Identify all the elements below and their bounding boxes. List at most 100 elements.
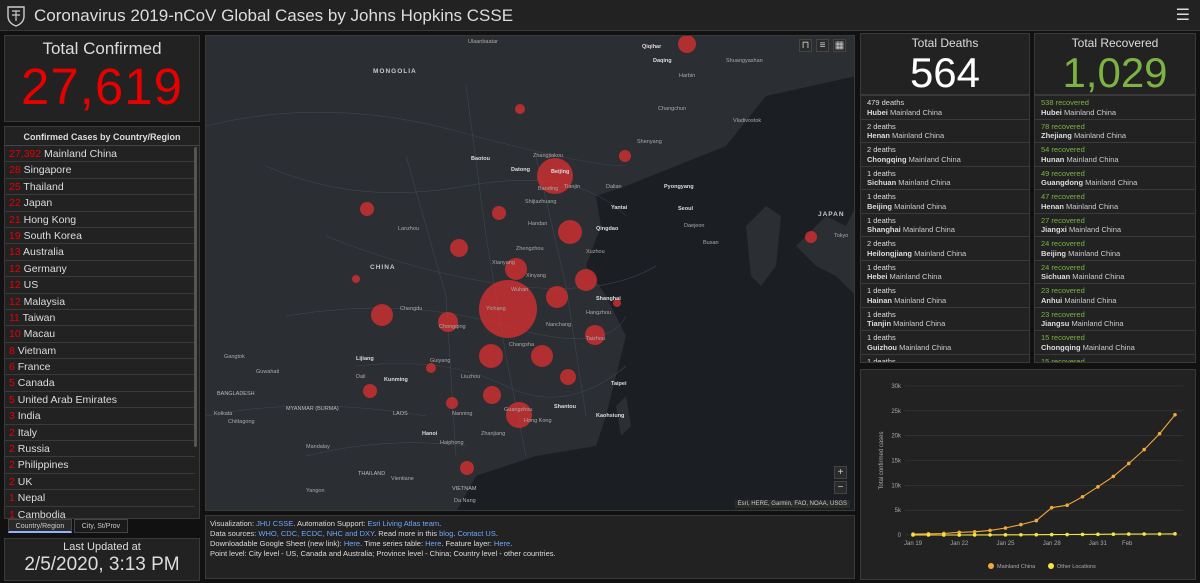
- case-bubble[interactable]: [483, 386, 501, 404]
- map-city-shuangyashan: Shuangyashan: [726, 58, 763, 64]
- case-bubble[interactable]: [479, 344, 503, 368]
- case-bubble[interactable]: [360, 202, 374, 216]
- case-bubble[interactable]: [492, 206, 506, 220]
- map-city-guangzhou: Guangzhou: [504, 407, 533, 413]
- deaths-list-item[interactable]: 1 deaths Beijing Mainland China: [861, 190, 1029, 214]
- contact-us-link[interactable]: Contact US: [457, 529, 495, 538]
- case-bubble[interactable]: [371, 304, 393, 326]
- cases-map[interactable]: MONGOLIA CHINA JAPAN MYANMAR (BURMA) BAN…: [205, 35, 855, 511]
- country-list-item[interactable]: 1 Cambodia: [5, 507, 195, 518]
- case-bubble[interactable]: [450, 239, 468, 257]
- case-bubble[interactable]: [363, 384, 377, 398]
- country-list-item[interactable]: 6 France: [5, 359, 195, 376]
- case-bubble[interactable]: [426, 363, 436, 373]
- time-series-link[interactable]: Here: [425, 539, 441, 548]
- legend-list-icon[interactable]: ≡: [816, 39, 829, 52]
- recovered-list-item[interactable]: 23 recovered Jiangsu Mainland China: [1035, 308, 1195, 331]
- deaths-list-item[interactable]: 2 deaths Heilongjiang Mainland China: [861, 237, 1029, 261]
- deaths-list-item[interactable]: 1 deaths: [861, 355, 1029, 363]
- deaths-list-item[interactable]: 479 deaths Hubei Mainland China: [861, 96, 1029, 120]
- recovered-list-item[interactable]: 15 recovered Chongqing Mainland China: [1035, 331, 1195, 355]
- country-list-item[interactable]: 2 Philippines: [5, 457, 195, 474]
- data-sources-link[interactable]: WHO, CDC, ECDC, NHC and DXY: [258, 529, 374, 538]
- zoom-out-button[interactable]: −: [834, 481, 847, 494]
- country-list-item[interactable]: 2 Russia: [5, 441, 195, 458]
- deaths-list-item[interactable]: 1 deaths Sichuan Mainland China: [861, 167, 1029, 190]
- deaths-list-item[interactable]: 1 deaths Hebei Mainland China: [861, 261, 1029, 284]
- recovered-list-item[interactable]: 47 recovered Henan Mainland China: [1035, 190, 1195, 214]
- case-bubble[interactable]: [560, 369, 576, 385]
- deaths-list-item[interactable]: 1 deaths Shanghai Mainland China: [861, 214, 1029, 237]
- recovered-list-item[interactable]: 24 recovered Sichuan Mainland China: [1035, 261, 1195, 284]
- country-list-item[interactable]: 12 US: [5, 277, 195, 294]
- recovered-region: Mainland China: [1066, 201, 1119, 211]
- recovered-list-item[interactable]: 24 recovered Beijing Mainland China: [1035, 237, 1195, 261]
- tab-country-region[interactable]: Country/Region: [8, 519, 72, 533]
- esri-living-atlas-link[interactable]: Esri Living Atlas team: [367, 519, 439, 528]
- case-bubble[interactable]: [678, 36, 696, 53]
- case-bubble[interactable]: [805, 231, 817, 243]
- recovered-list-item[interactable]: 78 recovered Zhejiang Mainland China: [1035, 120, 1195, 143]
- feature-layer-link[interactable]: Here: [494, 539, 510, 548]
- deaths-list-item[interactable]: 1 deaths Tianjin Mainland China: [861, 308, 1029, 331]
- jhu-csse-link[interactable]: JHU CSSE: [256, 519, 293, 528]
- case-bubble[interactable]: [446, 397, 458, 409]
- chart-data-point: [1049, 505, 1054, 510]
- deaths-list-item[interactable]: 1 deaths Guizhou Mainland China: [861, 331, 1029, 355]
- map-city-yichang: Yichang: [486, 306, 506, 312]
- deaths-list-item[interactable]: 1 deaths Hainan Mainland China: [861, 284, 1029, 308]
- case-bubble[interactable]: [575, 269, 597, 291]
- country-list-panel: Confirmed Cases by Country/Region 27,392…: [4, 126, 200, 519]
- recovered-list-item[interactable]: 538 recovered Hubei Mainland China: [1035, 96, 1195, 120]
- country-list-item[interactable]: 5 Canada: [5, 375, 195, 392]
- sources-text: . Time series table:: [360, 539, 426, 548]
- case-bubble[interactable]: [515, 104, 525, 114]
- country-name: Vietnam: [17, 344, 57, 357]
- map-label-vietnam: VIETNAM: [452, 486, 477, 492]
- recovered-list-item[interactable]: 49 recovered Guangdong Mainland China: [1035, 167, 1195, 190]
- country-list-item[interactable]: 5 United Arab Emirates: [5, 392, 195, 409]
- country-list-item[interactable]: 12 Malaysia: [5, 294, 195, 310]
- country-list-item[interactable]: 11 Taiwan: [5, 310, 195, 327]
- case-bubble[interactable]: [558, 220, 582, 244]
- total-confirmed-value: 27,619: [21, 58, 183, 115]
- country-list-item[interactable]: 27,392 Mainland China: [5, 146, 195, 163]
- case-bubble[interactable]: [460, 461, 474, 475]
- country-list-item[interactable]: 28 Singapore: [5, 162, 195, 179]
- recovered-list-item[interactable]: 27 recovered Jiangxi Mainland China: [1035, 214, 1195, 237]
- country-list-item[interactable]: 2 UK: [5, 474, 195, 491]
- deaths-list-item[interactable]: 2 deaths Chongqing Mainland China: [861, 143, 1029, 167]
- country-list-scrollbar[interactable]: [194, 147, 197, 447]
- recovered-list-item[interactable]: 23 recovered Anhui Mainland China: [1035, 284, 1195, 308]
- country-list-item[interactable]: 19 South Korea: [5, 228, 195, 245]
- country-list-item[interactable]: 22 Japan: [5, 195, 195, 212]
- google-sheet-link[interactable]: Here: [344, 539, 360, 548]
- deaths-list-item[interactable]: 2 deaths Henan Mainland China: [861, 120, 1029, 143]
- country-case-count: 21: [9, 213, 21, 226]
- country-list-item[interactable]: 21 Hong Kong: [5, 212, 195, 228]
- case-bubble[interactable]: [531, 345, 553, 367]
- country-list-item[interactable]: 12 Germany: [5, 261, 195, 278]
- country-list-item[interactable]: 8 Vietnam: [5, 343, 195, 360]
- country-name: Philippines: [17, 459, 69, 472]
- zoom-in-button[interactable]: +: [834, 466, 847, 479]
- recovered-list-item[interactable]: 15 recovered: [1035, 355, 1195, 363]
- country-list-item[interactable]: 13 Australia: [5, 244, 195, 261]
- country-list-item[interactable]: 3 India: [5, 408, 195, 425]
- case-bubble[interactable]: [585, 325, 605, 345]
- case-bubble[interactable]: [352, 275, 360, 283]
- case-bubble[interactable]: [506, 402, 532, 428]
- tab-city-state-province[interactable]: City, St/Prov: [74, 519, 128, 533]
- case-bubble[interactable]: [619, 150, 631, 162]
- map-city-chengdu: Chengdu: [400, 306, 423, 312]
- basemap-gallery-icon[interactable]: ▦: [833, 39, 846, 52]
- blog-link[interactable]: blog: [439, 529, 453, 538]
- hamburger-menu-icon[interactable]: ☰: [1176, 5, 1190, 25]
- case-bubble[interactable]: [546, 286, 568, 308]
- bookmark-icon[interactable]: ⊓: [799, 39, 812, 52]
- country-list-item[interactable]: 25 Thailand: [5, 179, 195, 196]
- country-list-item[interactable]: 2 Italy: [5, 425, 195, 442]
- country-list-item[interactable]: 1 Nepal: [5, 490, 195, 507]
- recovered-list-item[interactable]: 54 recovered Hunan Mainland China: [1035, 143, 1195, 167]
- country-list-item[interactable]: 10 Macau: [5, 326, 195, 343]
